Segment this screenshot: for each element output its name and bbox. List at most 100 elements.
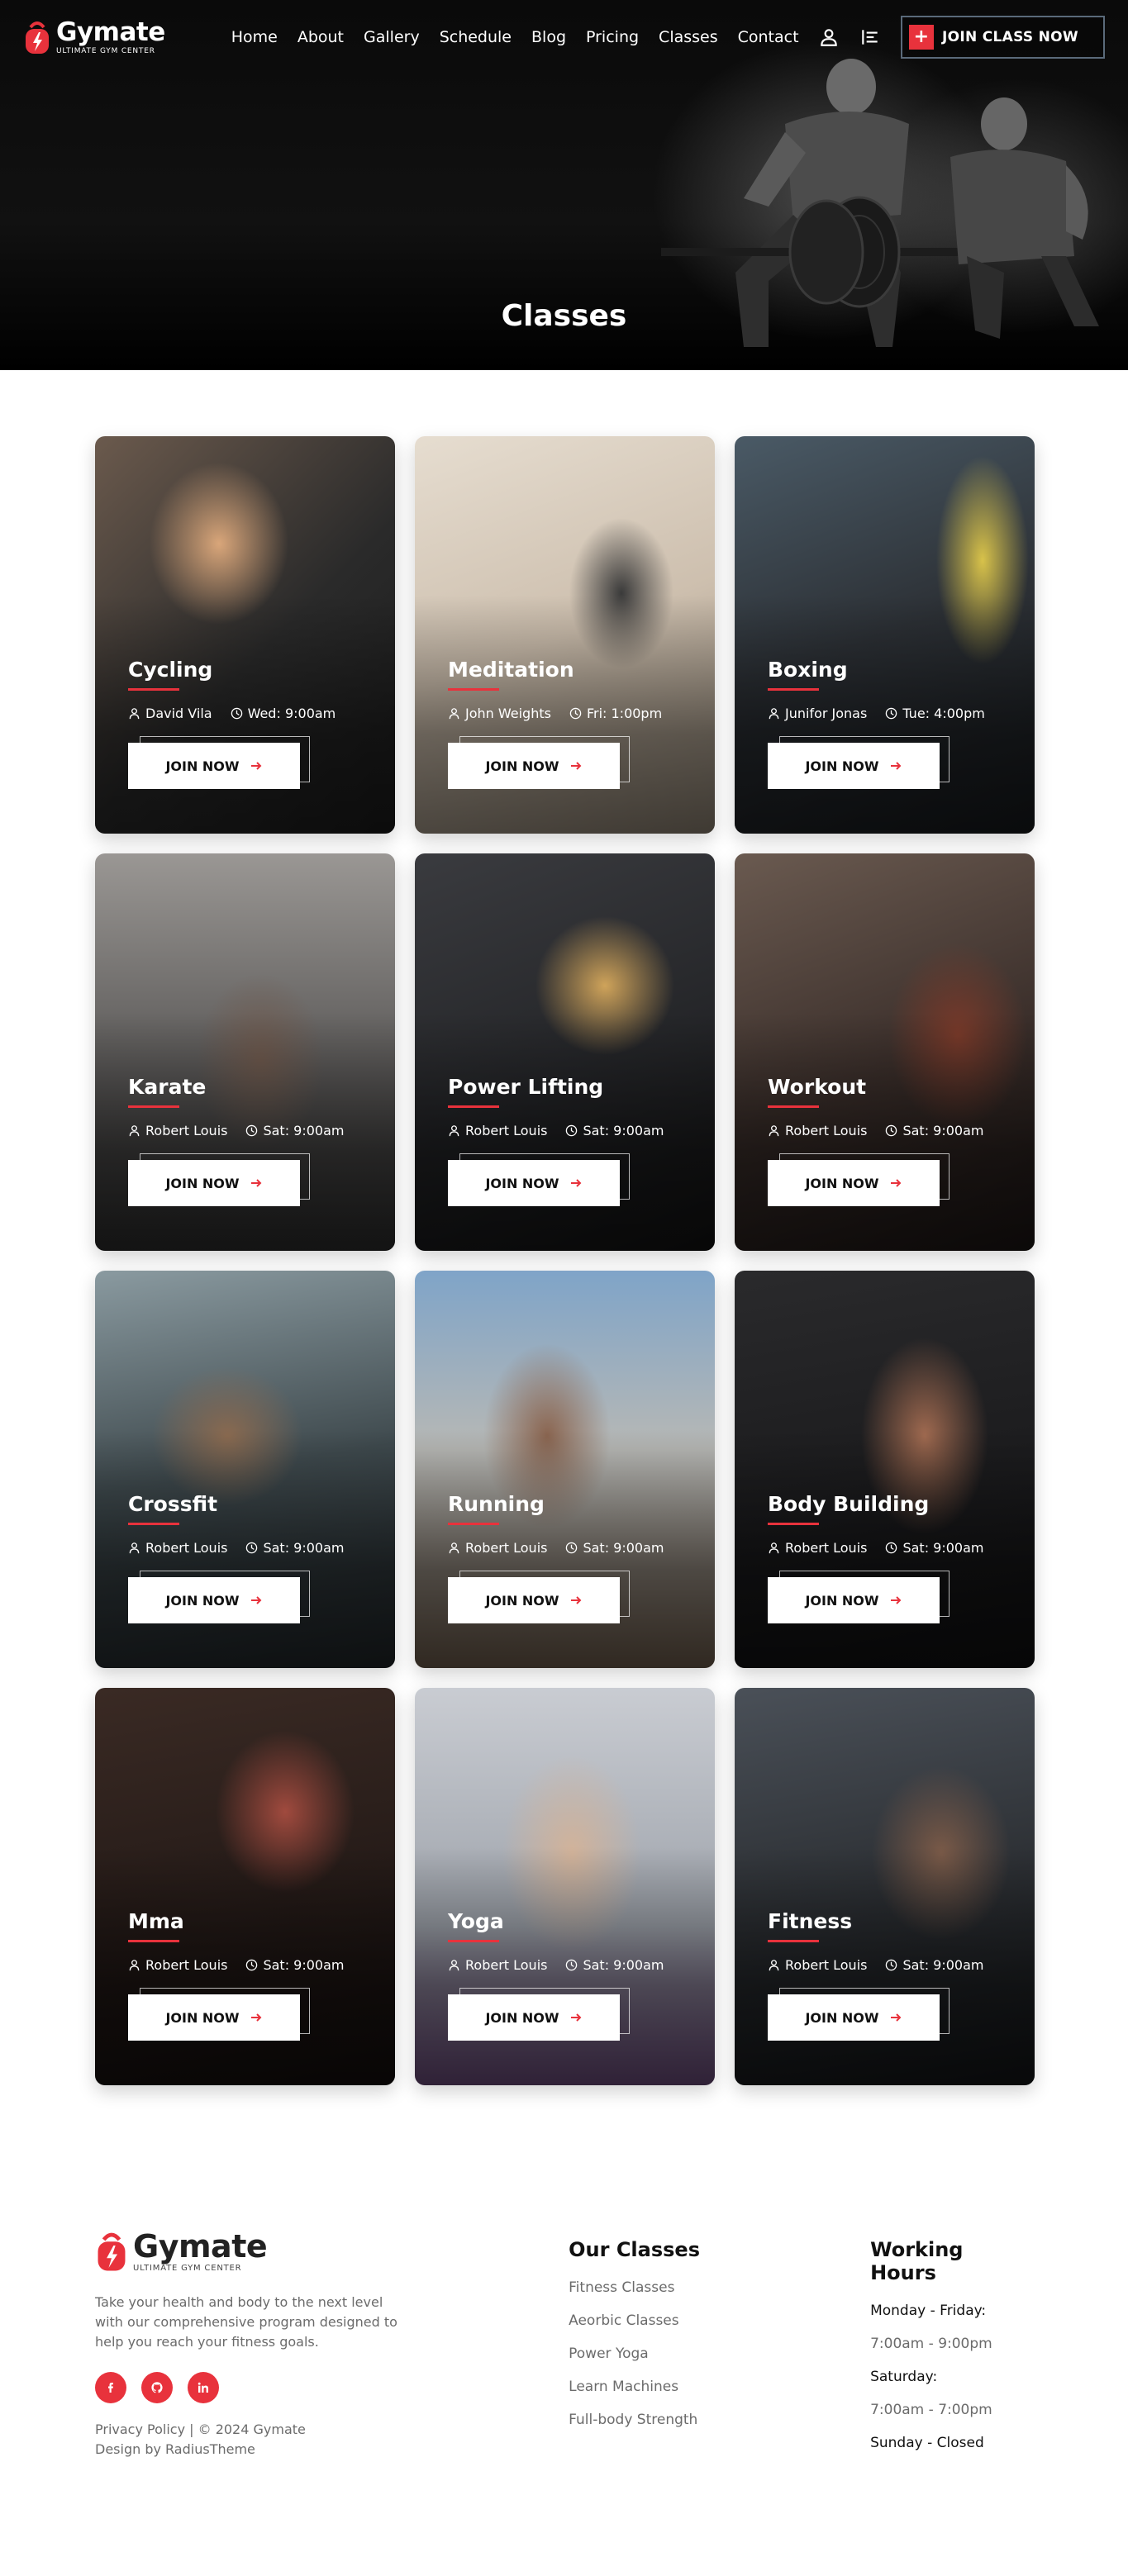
join-class-now-button[interactable]: + JOIN CLASS NOW bbox=[901, 16, 1105, 59]
footer-legal: Privacy Policy | © 2024 Gymate Design by… bbox=[95, 2420, 403, 2460]
class-time: Sat: 9:00am bbox=[902, 1123, 984, 1138]
join-now-button-wrap: JOIN NOW bbox=[128, 1153, 310, 1218]
trainer-info: Robert Louis bbox=[448, 1957, 547, 1973]
footer-class-link[interactable]: Learn Machines bbox=[569, 2379, 796, 2395]
hours-entry: Sunday - Closed bbox=[870, 2435, 984, 2451]
nav-link-gallery[interactable]: Gallery bbox=[364, 28, 420, 46]
user-icon bbox=[129, 708, 140, 720]
join-now-button[interactable]: JOIN NOW bbox=[768, 1577, 940, 1623]
class-card[interactable]: Crossfit Robert Louis Sat: 9:00am JOIN N… bbox=[95, 1271, 395, 1668]
class-title[interactable]: Power Lifting bbox=[448, 1075, 698, 1099]
join-class-label: JOIN CLASS NOW bbox=[942, 29, 1078, 45]
site-logo[interactable]: Gymate ULTIMATE GYM CENTER bbox=[23, 19, 165, 55]
class-title[interactable]: Karate bbox=[128, 1075, 378, 1099]
class-links-list: Fitness Classes Aeorbic Classes Power Yo… bbox=[569, 2279, 796, 2428]
menu-lines-icon[interactable] bbox=[859, 26, 881, 48]
copyright-text[interactable]: Privacy Policy | © 2024 Gymate bbox=[95, 2420, 403, 2440]
class-time: Sat: 9:00am bbox=[263, 1957, 345, 1973]
nav-link-schedule[interactable]: Schedule bbox=[440, 28, 512, 46]
join-now-label: JOIN NOW bbox=[485, 1592, 559, 1609]
class-card[interactable]: Power Lifting Robert Louis Sat: 9:00am J… bbox=[415, 853, 715, 1251]
nav-link-contact[interactable]: Contact bbox=[738, 28, 799, 46]
class-card[interactable]: Mma Robert Louis Sat: 9:00am JOIN NOW bbox=[95, 1688, 395, 2085]
join-now-button[interactable]: JOIN NOW bbox=[448, 1577, 620, 1623]
class-time: Sat: 9:00am bbox=[263, 1540, 345, 1556]
footer-description: Take your health and body to the next le… bbox=[95, 2294, 397, 2350]
facebook-icon[interactable] bbox=[95, 2372, 126, 2403]
join-now-label: JOIN NOW bbox=[805, 2009, 879, 2026]
clock-icon bbox=[886, 1542, 897, 1554]
arrow-right-icon bbox=[570, 1596, 581, 1604]
class-card[interactable]: Karate Robert Louis Sat: 9:00am JOIN NOW bbox=[95, 853, 395, 1251]
class-title[interactable]: Fitness bbox=[768, 1909, 1018, 1933]
nav-link-about[interactable]: About bbox=[297, 28, 344, 46]
join-now-button[interactable]: JOIN NOW bbox=[768, 1160, 940, 1206]
trainer-name: Robert Louis bbox=[785, 1540, 868, 1556]
class-meta: David Vila Wed: 9:00am bbox=[128, 706, 378, 721]
schedule-info: Sat: 9:00am bbox=[885, 1540, 984, 1556]
class-title[interactable]: Boxing bbox=[768, 658, 1018, 682]
class-card[interactable]: Body Building Robert Louis Sat: 9:00am J… bbox=[735, 1271, 1035, 1668]
design-credit[interactable]: Design by RadiusTheme bbox=[95, 2440, 403, 2460]
class-title[interactable]: Crossfit bbox=[128, 1492, 378, 1516]
join-now-button[interactable]: JOIN NOW bbox=[448, 743, 620, 789]
trainer-name: Robert Louis bbox=[465, 1957, 548, 1973]
footer-logo[interactable]: Gymate ULTIMATE GYM CENTER bbox=[95, 2230, 403, 2273]
trainer-name: Robert Louis bbox=[145, 1957, 228, 1973]
join-now-button[interactable]: JOIN NOW bbox=[448, 1994, 620, 2041]
nav-link-home[interactable]: Home bbox=[231, 28, 278, 46]
footer-class-link[interactable]: Power Yoga bbox=[569, 2345, 796, 2362]
join-now-button[interactable]: JOIN NOW bbox=[448, 1160, 620, 1206]
class-title[interactable]: Running bbox=[448, 1492, 698, 1516]
join-now-button[interactable]: JOIN NOW bbox=[768, 743, 940, 789]
user-icon bbox=[769, 708, 779, 720]
class-card[interactable]: Boxing Junifor Jonas Tue: 4:00pm JOIN NO… bbox=[735, 436, 1035, 834]
class-card[interactable]: Yoga Robert Louis Sat: 9:00am JOIN NOW bbox=[415, 1688, 715, 2085]
join-now-button[interactable]: JOIN NOW bbox=[128, 743, 300, 789]
class-meta: Robert Louis Sat: 9:00am bbox=[768, 1123, 1018, 1138]
clock-icon bbox=[246, 1542, 258, 1554]
class-card-body: Power Lifting Robert Louis Sat: 9:00am J… bbox=[448, 1075, 698, 1218]
class-meta: Robert Louis Sat: 9:00am bbox=[128, 1540, 378, 1556]
user-icon bbox=[129, 1542, 140, 1554]
site-footer: Gymate ULTIMATE GYM CENTER Take your hea… bbox=[0, 2085, 1128, 2530]
trainer-info: Robert Louis bbox=[768, 1540, 867, 1556]
class-title[interactable]: Cycling bbox=[128, 658, 378, 682]
footer-class-link[interactable]: Aeorbic Classes bbox=[569, 2312, 796, 2329]
class-meta: Robert Louis Sat: 9:00am bbox=[128, 1123, 378, 1138]
class-title[interactable]: Workout bbox=[768, 1075, 1018, 1099]
schedule-info: Tue: 4:00pm bbox=[885, 706, 985, 721]
join-now-button[interactable]: JOIN NOW bbox=[128, 1994, 300, 2041]
user-icon[interactable] bbox=[818, 26, 840, 48]
class-title[interactable]: Body Building bbox=[768, 1492, 1018, 1516]
github-icon[interactable] bbox=[141, 2372, 173, 2403]
trainer-name: Robert Louis bbox=[465, 1123, 548, 1138]
schedule-info: Sat: 9:00am bbox=[565, 1123, 664, 1138]
class-card[interactable]: Running Robert Louis Sat: 9:00am JOIN NO… bbox=[415, 1271, 715, 1668]
join-now-button[interactable]: JOIN NOW bbox=[128, 1577, 300, 1623]
join-now-button[interactable]: JOIN NOW bbox=[768, 1994, 940, 2041]
join-now-button-wrap: JOIN NOW bbox=[768, 1153, 950, 1218]
class-title[interactable]: Meditation bbox=[448, 658, 698, 682]
class-title[interactable]: Yoga bbox=[448, 1909, 698, 1933]
footer-class-link[interactable]: Full-body Strength bbox=[569, 2412, 796, 2428]
nav-link-pricing[interactable]: Pricing bbox=[586, 28, 639, 46]
kettlebell-bolt-icon bbox=[26, 21, 49, 54]
class-card[interactable]: Cycling David Vila Wed: 9:00am JOIN NOW bbox=[95, 436, 395, 834]
title-underline bbox=[768, 1105, 819, 1108]
clock-icon bbox=[566, 1124, 578, 1137]
class-time: Sat: 9:00am bbox=[902, 1540, 984, 1556]
class-card[interactable]: Fitness Robert Louis Sat: 9:00am JOIN NO… bbox=[735, 1688, 1035, 2085]
class-card[interactable]: Meditation John Weights Fri: 1:00pm JOIN… bbox=[415, 436, 715, 834]
linkedin-icon[interactable] bbox=[188, 2372, 219, 2403]
join-now-button[interactable]: JOIN NOW bbox=[128, 1160, 300, 1206]
class-card-body: Running Robert Louis Sat: 9:00am JOIN NO… bbox=[448, 1492, 698, 1635]
nav-link-blog[interactable]: Blog bbox=[531, 28, 566, 46]
nav-link-classes[interactable]: Classes bbox=[659, 28, 718, 46]
logo-tagline: ULTIMATE GYM CENTER bbox=[56, 46, 155, 55]
footer-class-link[interactable]: Fitness Classes bbox=[569, 2279, 796, 2296]
join-now-button-wrap: JOIN NOW bbox=[448, 1988, 630, 2052]
class-title[interactable]: Mma bbox=[128, 1909, 378, 1933]
class-meta: Robert Louis Sat: 9:00am bbox=[768, 1540, 1018, 1556]
class-card[interactable]: Workout Robert Louis Sat: 9:00am JOIN NO… bbox=[735, 853, 1035, 1251]
